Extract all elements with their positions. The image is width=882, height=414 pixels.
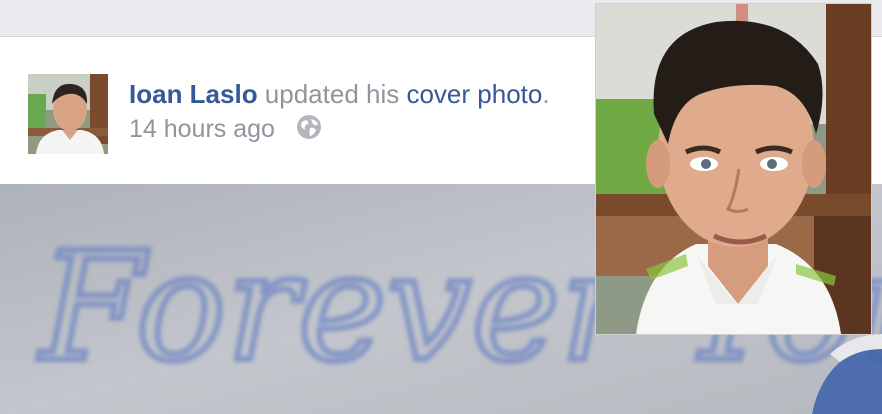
end-punctuation: .: [542, 79, 550, 109]
profile-photo[interactable]: [595, 3, 872, 335]
globe-icon[interactable]: [296, 114, 322, 140]
action-text: updated his: [257, 79, 407, 109]
timestamp-link[interactable]: 14 hours ago: [129, 115, 275, 143]
avatar-image: [28, 74, 108, 154]
post-meta: 14 hours ago: [129, 114, 322, 144]
profile-image: [596, 4, 871, 334]
author-name-link[interactable]: Ioan Laslo: [129, 79, 258, 109]
author-avatar[interactable]: [28, 74, 108, 154]
cover-photo-link[interactable]: cover photo: [406, 79, 542, 109]
story-line: Ioan Laslo updated his cover photo.: [129, 79, 550, 109]
